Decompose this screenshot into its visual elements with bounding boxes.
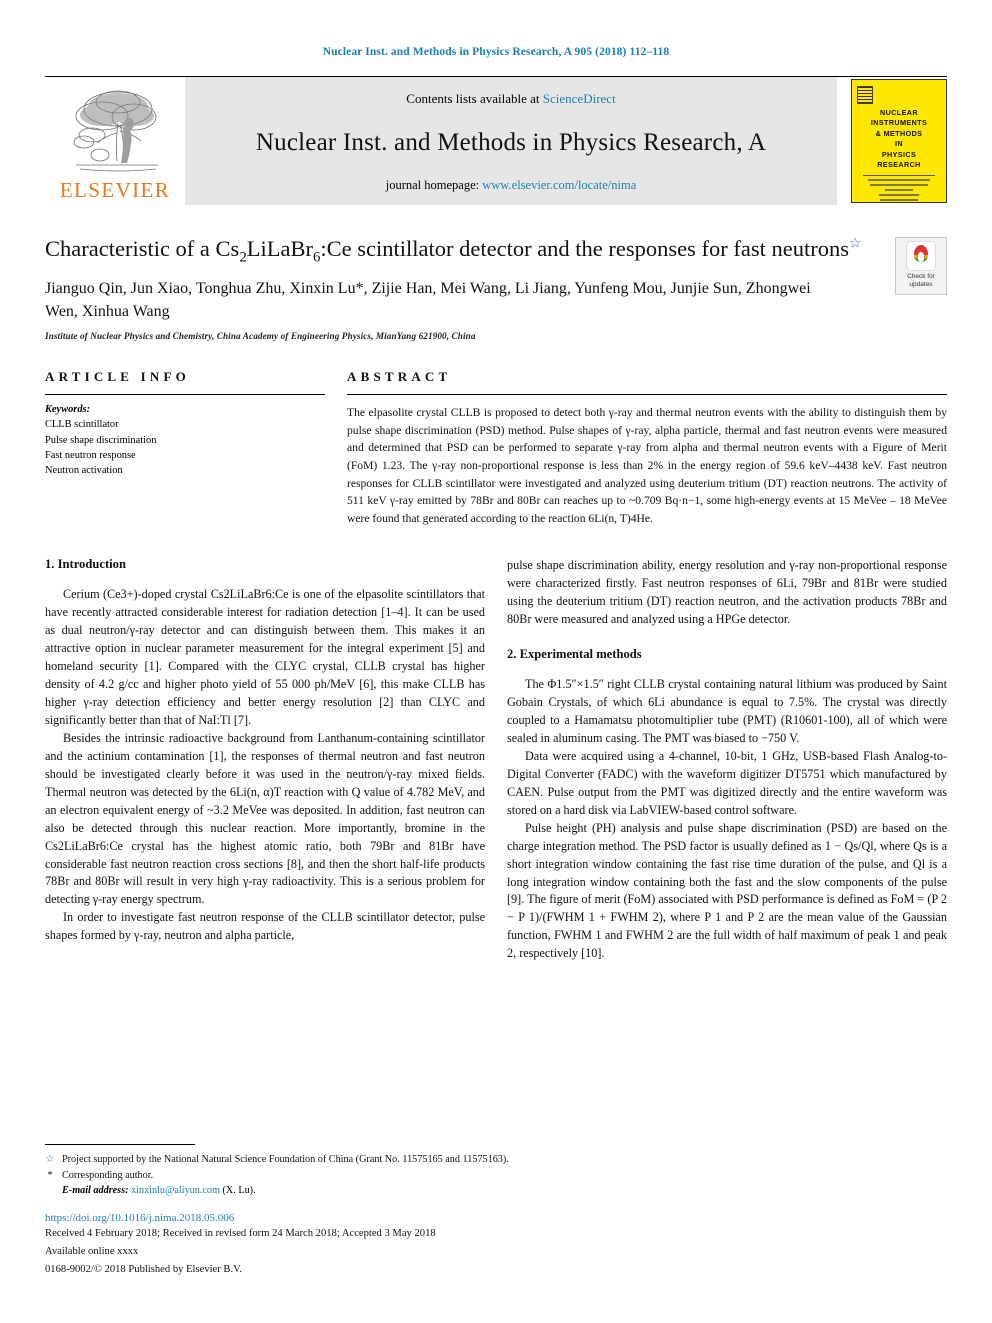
email-link[interactable]: xinxinlu@aliyun.com <box>131 1185 220 1196</box>
paragraph: Besides the intrinsic radioactive backgr… <box>45 730 485 907</box>
paragraph: The Φ1.5″×1.5″ right CLLB crystal contai… <box>507 677 947 745</box>
keyword-item: Pulse shape discrimination <box>45 434 157 446</box>
affiliation: Institute of Nuclear Physics and Chemist… <box>45 331 476 342</box>
title-part-1: Characteristic of a Cs <box>45 236 240 261</box>
elsevier-tree-icon <box>73 90 158 172</box>
paragraph: Cerium (Ce3+)-doped crystal Cs2LiLaBr6:C… <box>45 587 485 727</box>
article-info-heading: ARTICLE INFO <box>45 369 190 385</box>
title-sub-1: 2 <box>239 249 247 266</box>
copyright-line: 0168-9002/© 2018 Published by Elsevier B… <box>45 1264 243 1275</box>
footer-divider <box>45 1144 195 1146</box>
footnote-funding: ☆ Project supported by the National Natu… <box>45 1152 605 1167</box>
article-info-column: ARTICLE INFO Keywords: CLLB scintillator… <box>45 369 325 527</box>
cover-placeholder-text <box>857 178 941 202</box>
crossmark-icon <box>906 241 936 271</box>
footnote-corresponding-text: Corresponding author. <box>62 1169 154 1181</box>
available-online: Available online xxxx <box>45 1246 139 1258</box>
crossmark-line-2: updates <box>909 281 933 289</box>
body-column-left: 1. Introduction Cerium (Ce3+)-doped crys… <box>45 557 485 963</box>
doi-link-wrapper: https://doi.org/10.1016/j.nima.2018.05.0… <box>45 1212 605 1224</box>
cover-image: NUCLEAR INSTRUMENTS & METHODS IN PHYSICS… <box>851 79 947 203</box>
journal-cover-thumbnail: NUCLEAR INSTRUMENTS & METHODS IN PHYSICS… <box>837 77 947 205</box>
doi-link[interactable]: https://doi.org/10.1016/j.nima.2018.05.0… <box>45 1212 234 1224</box>
footnote-email: E-mail address: xinxinlu@aliyun.com (X. … <box>62 1183 605 1199</box>
publication-dates: Received 4 February 2018; Received in re… <box>45 1228 436 1240</box>
paragraph: pulse shape discrimination ability, ener… <box>507 558 947 627</box>
sciencedirect-link[interactable]: ScienceDirect <box>543 91 616 106</box>
contents-prefix: Contents lists available at <box>406 91 543 106</box>
cover-line-6: RESEARCH <box>877 160 921 170</box>
cover-line-2: INSTRUMENTS <box>870 118 928 128</box>
article-page: Nuclear Inst. and Methods in Physics Res… <box>0 0 992 1323</box>
title-footnote-marker[interactable]: ☆ <box>849 237 862 252</box>
keyword-item: Neutron activation <box>45 465 123 477</box>
cover-line-3: & METHODS <box>875 128 923 138</box>
crossmark-badge[interactable]: Check for updates <box>895 237 947 295</box>
paragraph: Pulse height (PH) analysis and pulse sha… <box>507 820 947 961</box>
footnote-corresponding-author: * Corresponding author. <box>45 1168 605 1183</box>
article-info-divider <box>45 394 325 396</box>
abstract-heading: ABSTRACT <box>347 369 452 385</box>
abstract-text: The elpasolite crystal CLLB is proposed … <box>347 406 947 525</box>
crossmark-label: Check for updates <box>896 273 946 289</box>
homepage-line: journal homepage: www.elsevier.com/locat… <box>386 178 637 193</box>
email-owner: (X. Lu). <box>222 1184 256 1196</box>
cover-title: NUCLEAR INSTRUMENTS & METHODS IN PHYSICS… <box>857 108 941 171</box>
title-part-3: :Ce scintillator detector and the respon… <box>320 236 849 261</box>
keyword-item: Fast neutron response <box>45 449 136 461</box>
section-heading-introduction: 1. Introduction <box>45 557 126 572</box>
journal-title: Nuclear Inst. and Methods in Physics Res… <box>255 128 767 156</box>
title-part-2: LiLaBr <box>246 236 313 261</box>
title-block: Characteristic of a Cs2LiLaBr6:Ce scinti… <box>45 235 947 341</box>
footnote-funding-text: Project supported by the National Natura… <box>62 1154 509 1166</box>
body-column-right: pulse shape discrimination ability, ener… <box>507 557 947 963</box>
abstract-column: ABSTRACT The elpasolite crystal CLLB is … <box>347 369 947 527</box>
cover-line-1: NUCLEAR <box>880 108 918 117</box>
masthead-center: Contents lists available at ScienceDirec… <box>185 77 837 205</box>
info-abstract-row: ARTICLE INFO Keywords: CLLB scintillator… <box>45 369 947 527</box>
email-label: E-mail address: <box>62 1184 129 1196</box>
paragraph: In order to investigate fast neutron res… <box>45 910 485 943</box>
elsevier-wordmark: ELSEVIER <box>59 178 171 202</box>
journal-masthead: ELSEVIER Contents lists available at Sci… <box>45 76 947 205</box>
cover-line-5: PHYSICS <box>881 149 917 159</box>
elsevier-logo: ELSEVIER <box>45 77 185 205</box>
section-heading-experimental-methods: 2. Experimental methods <box>507 647 642 662</box>
cover-line-4: IN <box>895 139 903 149</box>
footnote-star-marker: ☆ <box>45 1154 55 1166</box>
crossmark-line-1: Check for <box>907 273 935 280</box>
running-head: Nuclear Inst. and Methods in Physics Res… <box>322 46 670 58</box>
cover-publisher-mark-icon <box>857 86 873 104</box>
contents-line: Contents lists available at ScienceDirec… <box>406 91 615 107</box>
paragraph: Data were acquired using a 4-channel, 10… <box>507 748 947 817</box>
page-footer: ☆ Project supported by the National Natu… <box>45 1144 605 1275</box>
page-title: Characteristic of a Cs2LiLaBr6:Ce scinti… <box>45 235 867 266</box>
body-columns: 1. Introduction Cerium (Ce3+)-doped crys… <box>45 557 947 963</box>
abstract-divider <box>347 394 947 396</box>
author-list: Jianguo Qin, Jun Xiao, Tonghua Zhu, Xinx… <box>45 279 811 320</box>
journal-homepage-link[interactable]: www.elsevier.com/locate/nima <box>482 178 636 192</box>
homepage-prefix: journal homepage: <box>385 178 483 192</box>
keyword-item: CLLB scintillator <box>45 419 119 431</box>
footnote-asterisk-marker: * <box>47 1169 53 1181</box>
keywords-label: Keywords: <box>45 404 91 416</box>
cover-divider <box>863 174 935 176</box>
